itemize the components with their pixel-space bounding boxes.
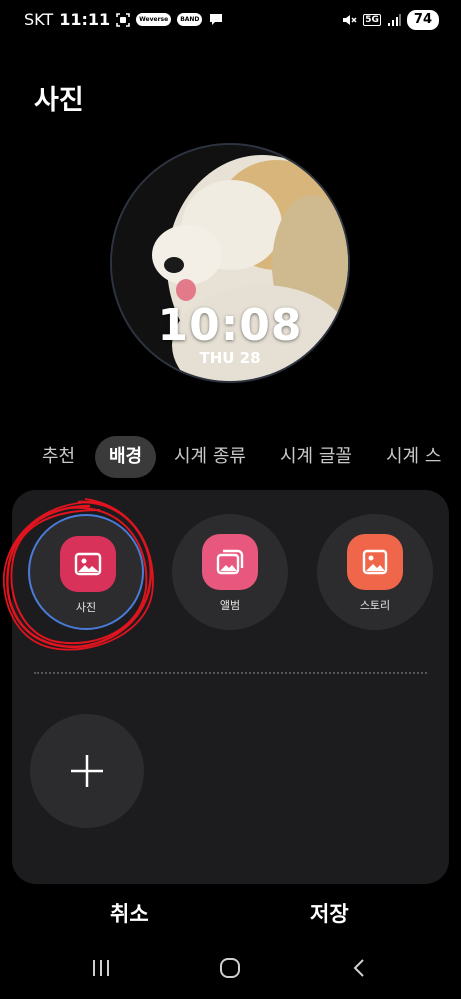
weverse-notification-icon: Weverse: [136, 13, 172, 26]
tab-watch-style[interactable]: 시계 스: [386, 436, 441, 478]
plus-icon: [71, 755, 103, 787]
save-button[interactable]: 저장: [310, 898, 349, 928]
add-background-button[interactable]: [30, 714, 144, 828]
battery-indicator: 74: [406, 10, 439, 30]
recent-apps-icon[interactable]: [86, 956, 116, 980]
source-story[interactable]: 스토리: [317, 514, 433, 630]
navigation-bar: [0, 948, 461, 988]
carrier-label: SKT: [24, 10, 54, 29]
status-left: SKT 11:11 Weverse BAND: [24, 10, 224, 29]
screenshot-icon: [116, 12, 130, 28]
photo-icon: [60, 536, 116, 592]
cancel-button[interactable]: 취소: [110, 898, 149, 928]
customize-tabs: 추천 배경 시계 종류 시계 글꼴 시계 스: [0, 436, 461, 478]
watch-date: THU 28: [199, 349, 261, 367]
status-bar: SKT 11:11 Weverse BAND 5G 74: [0, 0, 461, 40]
band-label: BAND: [180, 16, 200, 23]
source-story-label: 스토리: [359, 599, 391, 612]
page-title: 사진: [34, 85, 84, 116]
tab-recommended[interactable]: 추천: [42, 436, 75, 478]
source-photo[interactable]: 사진: [28, 514, 144, 630]
tab-watch-font[interactable]: 시계 글꼴: [280, 436, 352, 478]
chat-bubble-icon: [208, 12, 224, 28]
tab-watch-type[interactable]: 시계 종류: [174, 436, 246, 478]
story-icon: [347, 534, 403, 590]
status-right: 5G 74: [341, 10, 439, 30]
mute-icon: [341, 12, 357, 28]
source-photo-label: 사진: [75, 601, 97, 614]
status-clock: 11:11: [59, 10, 111, 29]
signal-icon: [387, 12, 401, 28]
back-icon[interactable]: [344, 956, 374, 980]
network-5g-icon: 5G: [363, 14, 381, 26]
band-notification-icon: BAND: [177, 13, 203, 26]
source-album-label: 앨범: [219, 599, 241, 612]
watch-time: 10:08: [157, 300, 303, 351]
network-label: 5G: [365, 15, 379, 25]
album-icon: [202, 534, 258, 590]
background-source-panel: 사진 앨범 스토리: [12, 490, 449, 884]
divider: [34, 672, 427, 674]
source-album[interactable]: 앨범: [172, 514, 288, 630]
weverse-label: Weverse: [139, 16, 169, 23]
watch-face-preview[interactable]: 10:08 THU 28: [110, 143, 350, 383]
home-icon[interactable]: [215, 956, 245, 980]
tab-background[interactable]: 배경: [95, 436, 157, 478]
